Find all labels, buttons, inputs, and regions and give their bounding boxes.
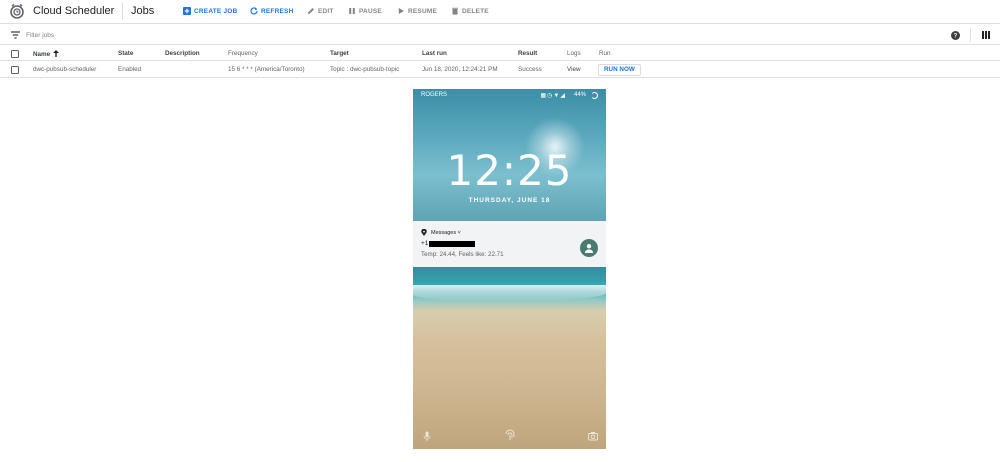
person-icon	[584, 244, 594, 253]
pencil-icon	[308, 8, 314, 14]
column-name-label: Name	[33, 51, 51, 58]
resume-button[interactable]: RESUME	[397, 7, 437, 15]
refresh-icon	[250, 7, 258, 15]
notification-sender: +1	[421, 240, 476, 247]
help-icon[interactable]: ?	[951, 31, 960, 40]
column-result[interactable]: Result	[518, 50, 537, 57]
column-name[interactable]: Name	[33, 50, 60, 58]
battery-percent: 44%	[573, 92, 586, 98]
column-description[interactable]: Description	[165, 50, 200, 57]
delete-label: DELETE	[462, 7, 489, 15]
notification-app-name: Messages ˅	[431, 230, 461, 236]
run-now-button[interactable]: RUN NOW	[598, 64, 641, 76]
select-all-checkbox[interactable]	[11, 50, 19, 58]
create-job-button[interactable]: CREATE JOB	[183, 7, 237, 15]
view-logs-link[interactable]: View	[567, 66, 581, 73]
trash-icon	[452, 7, 458, 15]
table-row: dwc-pubsub-scheduler Enabled 15 6 * * * …	[0, 62, 1000, 78]
column-display-icon[interactable]	[982, 31, 990, 39]
microphone-icon	[423, 431, 431, 441]
filter-bar-divider	[970, 28, 971, 42]
refresh-label: REFRESH	[261, 7, 294, 15]
pause-label: PAUSE	[359, 7, 382, 15]
wave-foam	[413, 285, 606, 301]
contact-avatar	[580, 239, 598, 257]
job-result: Success	[518, 66, 542, 73]
location-pin-icon	[421, 229, 427, 236]
delete-button[interactable]: DELETE	[451, 7, 489, 15]
pause-icon	[349, 8, 355, 14]
column-frequency[interactable]: Frequency	[228, 50, 258, 57]
row-checkbox[interactable]	[11, 66, 19, 74]
add-box-icon	[183, 7, 191, 15]
edit-button[interactable]: EDIT	[307, 7, 334, 15]
column-last-run[interactable]: Last run	[422, 50, 447, 57]
job-target: Topic : dwc-pubsub-topic	[330, 66, 400, 73]
lockscreen-clock: 12:25	[446, 146, 573, 195]
filter-jobs-input[interactable]	[26, 29, 326, 41]
redacted-number	[429, 240, 476, 247]
product-name: Cloud Scheduler	[33, 5, 115, 17]
refresh-button[interactable]: REFRESH	[250, 7, 293, 15]
lockscreen-date: THURSDAY, JUNE 18	[468, 197, 551, 204]
job-frequency: 15 6 * * * (America/Toronto)	[228, 66, 305, 73]
create-job-label: CREATE JOB	[194, 7, 238, 15]
column-run: Run	[599, 50, 611, 57]
job-name: dwc-pubsub-scheduler	[33, 66, 97, 73]
header-divider	[122, 3, 123, 20]
column-state[interactable]: State	[118, 50, 133, 57]
svg-text:?: ?	[954, 34, 958, 40]
filter-list-icon[interactable]	[11, 31, 20, 39]
sender-prefix: +1	[421, 240, 429, 247]
top-app-bar: Cloud Scheduler Jobs CREATE JOB REFRESH …	[0, 0, 1000, 24]
camera-icon	[588, 432, 598, 441]
cloud-scheduler-icon	[10, 3, 24, 19]
column-logs: Logs	[567, 50, 581, 57]
beach-wallpaper	[413, 267, 606, 449]
phone-lockscreen-image: ROGERS ▦◷▼◢ 44% 12:25 THURSDAY, JUNE 18 …	[413, 89, 606, 449]
filter-bar: ?	[0, 25, 1000, 45]
play-icon	[398, 8, 404, 14]
resume-label: RESUME	[408, 7, 438, 15]
pause-button[interactable]: PAUSE	[348, 7, 382, 15]
job-state: Enabled	[118, 66, 142, 73]
carrier-label: ROGERS	[421, 92, 448, 98]
page-title: Jobs	[131, 5, 155, 17]
fingerprint-icon	[505, 429, 515, 440]
edit-label: EDIT	[318, 7, 334, 15]
job-last-run: Jun 18, 2020, 12:24:21 PM	[422, 66, 498, 73]
sky-wallpaper: ROGERS ▦◷▼◢ 44% 12:25 THURSDAY, JUNE 18	[413, 89, 606, 221]
jobs-table-header: Name State Description Frequency Target …	[0, 46, 1000, 61]
status-icons: ▦◷▼◢	[541, 92, 567, 99]
arrow-up-icon	[53, 50, 60, 57]
notification-body: Temp: 24.44, Feels like: 22.71	[421, 251, 504, 258]
cloud-scheduler-page: Cloud Scheduler Jobs CREATE JOB REFRESH …	[0, 0, 1000, 462]
battery-icon	[591, 92, 598, 99]
message-notification: Messages ˅ +1 Temp: 24.44, Feels like: 2…	[413, 221, 606, 267]
column-target[interactable]: Target	[330, 50, 349, 57]
signal-icon: ◢	[560, 93, 566, 99]
